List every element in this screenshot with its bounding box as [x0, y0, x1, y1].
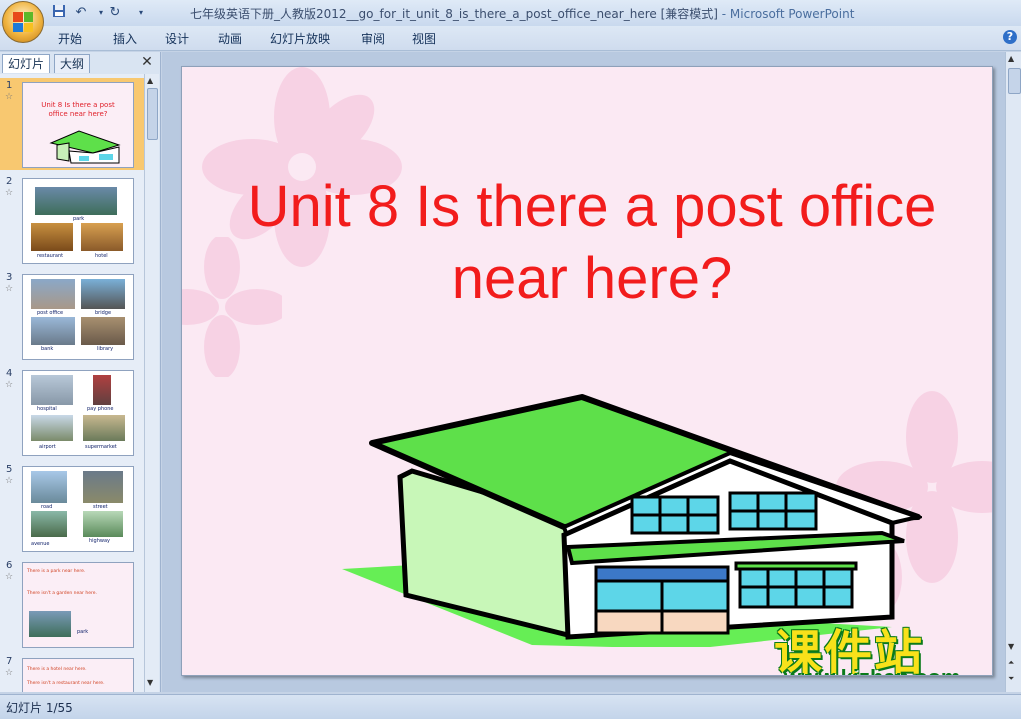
- thumbnail-number: 2: [6, 176, 13, 187]
- status-bar: 幻灯片 1/55: [0, 694, 1021, 719]
- thumbnail-caption: pay phone: [87, 406, 114, 412]
- animation-star-icon: ☆: [5, 92, 14, 102]
- close-icon[interactable]: ✕: [140, 55, 154, 69]
- thumbnail-text-line: There is a park near here.: [27, 569, 86, 574]
- redo-icon[interactable]: ↻: [106, 4, 124, 22]
- thumbnail-caption: park: [77, 629, 89, 635]
- thumbnail-title: Unit 8 Is there a post office near here?: [41, 101, 115, 118]
- thumbnail-caption: restaurant: [37, 253, 64, 259]
- thumbnail-number: 1: [6, 80, 13, 91]
- slide-canvas[interactable]: Unit 8 Is there a post office near here?: [181, 66, 993, 676]
- house-thumbnail-image: [49, 130, 121, 164]
- slide-thumbnail-2[interactable]: 2 ☆ park restaurant hotel: [0, 174, 144, 266]
- undo-icon[interactable]: ↶: [72, 4, 90, 22]
- slide-thumbnail-1[interactable]: 1 ☆ Unit 8 Is there a post office near h…: [0, 78, 144, 170]
- office-logo-icon: [13, 12, 33, 32]
- thumbnail-preview: road street avenue highway: [22, 466, 134, 552]
- ribbon-tabs: 开始 插入 设计 动画 幻灯片放映 审阅 视图 ?: [0, 26, 1021, 51]
- previous-slide-icon[interactable]: ⏶: [1008, 658, 1014, 668]
- scrollbar-thumb[interactable]: [147, 88, 158, 140]
- thumbnail-number: 7: [6, 656, 13, 667]
- watermark-url: www.kjzhan.com: [784, 665, 960, 675]
- office-button[interactable]: [2, 1, 44, 43]
- animation-star-icon: ☆: [5, 668, 14, 678]
- scrollbar-thumb[interactable]: [1008, 68, 1021, 94]
- thumbnail-number: 3: [6, 272, 13, 283]
- thumbnail-preview: hospital pay phone airport supermarket: [22, 370, 134, 456]
- thumbnail-caption: avenue: [31, 541, 50, 547]
- scroll-up-icon[interactable]: ▲: [147, 76, 153, 85]
- thumbnail-caption: library: [97, 346, 114, 352]
- thumbnail-preview: post office bridge bank library: [22, 274, 134, 360]
- thumbnail-number: 4: [6, 368, 13, 379]
- thumbnail-text-line: There is a hotel near here.: [27, 667, 87, 672]
- customize-dropdown-icon[interactable]: ▾: [132, 4, 150, 22]
- slide-thumbnail-4[interactable]: 4 ☆ hospital pay phone airport supermark…: [0, 366, 144, 458]
- thumbnail-preview: There is a hotel near here. There isn't …: [22, 658, 134, 692]
- thumbnail-caption: road: [41, 504, 53, 510]
- animation-star-icon: ☆: [5, 476, 14, 486]
- thumbnail-text-line: There isn't a restaurant near here.: [27, 681, 105, 686]
- thumbnail-caption: post office: [37, 310, 64, 316]
- tab-outline[interactable]: 大纲: [54, 54, 91, 73]
- scroll-down-icon[interactable]: ▼: [147, 678, 153, 687]
- scroll-up-icon[interactable]: ▲: [1008, 54, 1014, 63]
- slide-thumbnail-5[interactable]: 5 ☆ road street avenue highway: [0, 462, 144, 554]
- tab-design[interactable]: 设计: [165, 30, 189, 47]
- thumbnail-caption: bridge: [95, 310, 112, 316]
- title-bar: ↶ ▾ ↻ ▾ 七年级英语下册_人教版2012__go_for_it_unit_…: [0, 0, 1021, 43]
- tab-slides[interactable]: 幻灯片: [2, 54, 51, 73]
- thumbnail-caption: supermarket: [85, 444, 117, 450]
- thumbnail-number: 5: [6, 464, 13, 475]
- animation-star-icon: ☆: [5, 380, 14, 390]
- thumbnail-caption: airport: [39, 444, 56, 450]
- animation-star-icon: ☆: [5, 572, 14, 582]
- tab-home[interactable]: 开始: [58, 30, 82, 47]
- thumbnail-preview: park restaurant hotel: [22, 178, 134, 264]
- thumbnail-text-line: There isn't a garden near here.: [27, 591, 97, 596]
- thumbnail-caption: park: [73, 216, 85, 222]
- slide-thumbnail-3[interactable]: 3 ☆ post office bridge bank library: [0, 270, 144, 362]
- slide-editor: Unit 8 Is there a post office near here?: [162, 52, 1005, 692]
- slide-scrollbar[interactable]: ▲ ▼ ⏶ ⏷: [1005, 52, 1021, 692]
- tab-view[interactable]: 视图: [412, 30, 436, 47]
- window-title: 七年级英语下册_人教版2012__go_for_it_unit_8_is_the…: [190, 7, 855, 21]
- slide-thumbnail-7[interactable]: 7 ☆ There is a hotel near here. There is…: [0, 654, 144, 692]
- slide-thumbnail-6[interactable]: 6 ☆ There is a park near here. There isn…: [0, 558, 144, 650]
- thumbnail-number: 6: [6, 560, 13, 571]
- slide-thumbnail-list: 1 ☆ Unit 8 Is there a post office near h…: [0, 74, 144, 692]
- tab-animations[interactable]: 动画: [218, 30, 242, 47]
- slide-counter: 幻灯片 1/55: [6, 701, 73, 715]
- save-icon[interactable]: [50, 4, 68, 22]
- animation-star-icon: ☆: [5, 284, 14, 294]
- animation-star-icon: ☆: [5, 188, 14, 198]
- thumbnail-preview: There is a park near here. There isn't a…: [22, 562, 134, 648]
- slide-title[interactable]: Unit 8 Is there a post office near here?: [212, 171, 972, 315]
- next-slide-icon[interactable]: ⏷: [1008, 674, 1014, 684]
- thumbnail-preview: Unit 8 Is there a post office near here?: [22, 82, 134, 168]
- scroll-down-icon[interactable]: ▼: [1008, 642, 1014, 651]
- tab-slide-show[interactable]: 幻灯片放映: [270, 30, 330, 47]
- thumbnail-caption: hospital: [37, 406, 57, 412]
- thumbnail-caption: hotel: [95, 253, 108, 259]
- thumbnail-caption: highway: [89, 538, 111, 544]
- tab-review[interactable]: 审阅: [361, 30, 385, 47]
- post-office-clipart-image[interactable]: [332, 387, 922, 647]
- slides-panel: 幻灯片 大纲 ✕ 1 ☆ Unit 8 Is there a post offi…: [0, 52, 161, 692]
- help-icon[interactable]: ?: [1003, 30, 1017, 44]
- thumbnail-caption: street: [93, 504, 108, 510]
- tab-insert[interactable]: 插入: [113, 30, 137, 47]
- thumbnail-caption: bank: [41, 346, 54, 352]
- thumbnail-scrollbar[interactable]: ▲ ▼: [144, 74, 159, 692]
